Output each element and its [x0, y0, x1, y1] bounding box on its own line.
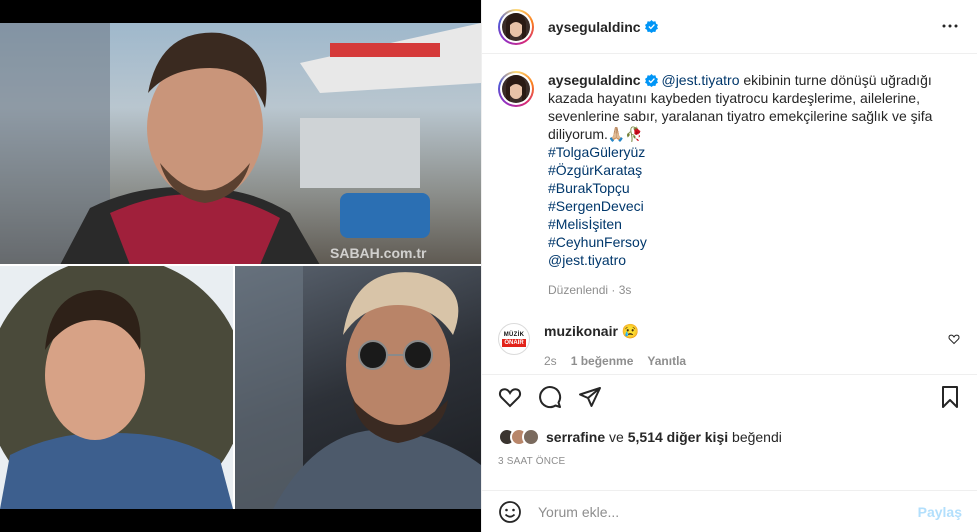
caption-hashtag-link[interactable]: #CeyhunFersoy	[548, 233, 962, 251]
comments-section[interactable]: aysegulaldinc @jest.tiyatro ekibinin tur…	[482, 55, 977, 374]
bookmark-icon	[942, 386, 958, 408]
post-sidebar: aysegulaldinc aysegulaldinc @jest.tiyatr…	[481, 0, 977, 532]
likes-summary: serrafine ve 5,514 diğer kişi beğendi	[482, 418, 977, 456]
post-header: aysegulaldinc	[482, 0, 977, 54]
post-media[interactable]: SABAH.com.tr	[0, 0, 481, 532]
post-actions: serrafine ve 5,514 diğer kişi beğendi 3 …	[482, 374, 977, 467]
like-button[interactable]	[490, 377, 530, 417]
comment-item: MÜZİK ONAIR muzikonair 😢 2s 1 beğenme Ya…	[498, 323, 962, 368]
add-comment-bar: Paylaş	[482, 490, 977, 532]
commenter-logo-top: MÜZİK	[503, 331, 525, 338]
paper-plane-icon	[579, 387, 601, 407]
caption-hashtag-link[interactable]: #ÖzgürKarataş	[548, 161, 962, 179]
comment-heart-icon[interactable]	[948, 333, 960, 345]
comment-button[interactable]	[530, 377, 570, 417]
verified-badge-icon	[644, 74, 658, 87]
collage-divider-horizontal	[0, 264, 481, 266]
save-button[interactable]	[930, 377, 970, 417]
caption-hashtag-link[interactable]: #BurakTopçu	[548, 179, 962, 197]
others-likes-link[interactable]: 5,514 diğer kişi	[628, 429, 728, 445]
author-avatar-image	[502, 12, 530, 41]
caption-hashtag-link[interactable]: #TolgaGüleryüz	[548, 143, 962, 161]
instagram-post: SABAH.com.tr aysegulaldinc aysegulaldinc…	[0, 0, 977, 532]
caption-hashtag-link[interactable]: @jest.tiyatro	[548, 251, 962, 269]
photo-man-sunglasses	[233, 265, 481, 509]
watermark-text: SABAH.com.tr	[330, 245, 427, 261]
comment-meta: 2s 1 beğenme Yanıtla	[544, 354, 686, 368]
photo-man-red-hoodie: SABAH.com.tr	[0, 23, 481, 265]
comment-time[interactable]: 2s	[544, 354, 557, 368]
heart-icon	[498, 388, 522, 408]
action-bar	[482, 377, 977, 417]
comment-likes[interactable]: 1 beğenme	[571, 354, 634, 368]
comment-reply-button[interactable]: Yanıtla	[647, 354, 686, 368]
likers-avatars[interactable]	[498, 428, 540, 446]
author-username[interactable]: aysegulaldinc	[548, 19, 641, 35]
comment-bubble-icon	[539, 386, 562, 409]
more-options-icon[interactable]	[938, 14, 962, 38]
emoji-icon[interactable]	[498, 500, 522, 524]
author-avatar[interactable]	[498, 8, 534, 45]
liker-username[interactable]: serrafine	[546, 429, 605, 445]
comment-text: 😢	[617, 323, 640, 339]
commenter-username[interactable]: muzikonair	[544, 323, 618, 339]
caption-body: aysegulaldinc @jest.tiyatro ekibinin tur…	[548, 71, 962, 299]
caption-hashtag-link[interactable]: #SergenDeveci	[548, 197, 962, 215]
caption-hashtag-link[interactable]: #Melisİşiten	[548, 215, 962, 233]
post-comment-button[interactable]: Paylaş	[918, 504, 962, 520]
caption-hashtags: #TolgaGüleryüz #ÖzgürKarataş #BurakTopçu #S…	[548, 143, 962, 269]
verified-badge-icon	[644, 20, 658, 33]
post-timestamp[interactable]: 3 SAAT ÖNCE	[482, 456, 977, 467]
commenter-avatar[interactable]: MÜZİK ONAIR	[498, 323, 530, 355]
liker-avatar	[522, 428, 540, 446]
caption: aysegulaldinc @jest.tiyatro ekibinin tur…	[498, 71, 962, 299]
caption-username[interactable]: aysegulaldinc	[548, 72, 641, 88]
photo-man-blue-shirt	[0, 265, 233, 509]
caption-meta: Düzenlendi · 3s	[548, 283, 632, 297]
collage-divider-vertical	[233, 265, 235, 509]
caption-mention-link[interactable]: @jest.tiyatro	[661, 72, 739, 88]
commenter-logo-bottom: ONAIR	[502, 338, 526, 347]
caption-author-avatar[interactable]	[498, 71, 534, 107]
comment-input[interactable]	[538, 503, 910, 520]
share-button[interactable]	[570, 377, 610, 417]
